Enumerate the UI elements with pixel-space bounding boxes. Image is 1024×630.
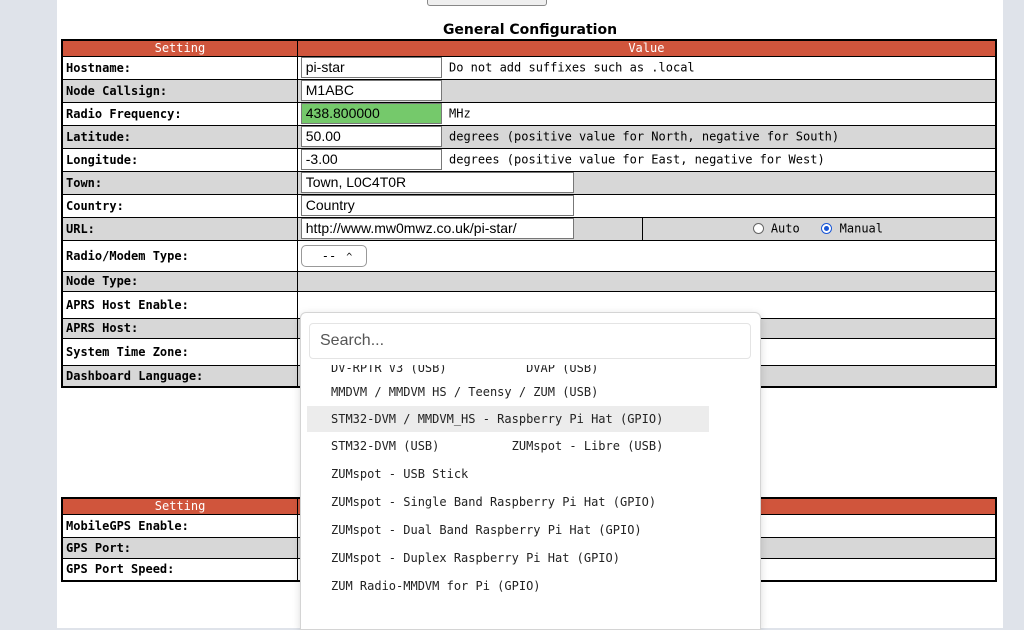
dropdown-item[interactable]: ZUM Radio-MMDVM for Pi (GPIO) — [307, 573, 709, 599]
callsign-label: Node Callsign: — [61, 78, 298, 103]
url-auto-label: Auto — [770, 221, 800, 236]
dropdown-item[interactable]: STM32-DVM (USB) ZUMspot - Libre (USB) — [307, 433, 709, 459]
modem-select-value: -- — [321, 248, 337, 263]
dropdown-item[interactable]: ZUMspot - Duplex Raspberry Pi Hat (GPIO) — [307, 545, 709, 571]
dropdown-item[interactable]: MMDVM / MMDVM HS / Teensy / ZUM (USB) — [307, 379, 709, 405]
frequency-label: Radio Frequency: — [61, 101, 298, 126]
latitude-input[interactable]: 50.00 — [300, 126, 442, 147]
hostname-note: Do not add suffixes such as .local — [449, 60, 695, 75]
dropdown-item[interactable]: ZUMspot - USB Stick — [307, 461, 709, 487]
longitude-note: degrees (positive value for East, negati… — [449, 152, 825, 167]
url-manual-label: Manual — [839, 221, 883, 236]
node-type-label: Node Type: — [61, 270, 298, 292]
timezone-label: System Time Zone: — [61, 337, 298, 366]
dropdown-search-input[interactable]: Search... — [309, 323, 751, 359]
setting-header: Setting — [61, 39, 298, 57]
aprs-host-label: APRS Host: — [61, 317, 298, 339]
url-input[interactable]: http://www.mw0mwz.co.uk/pi-star/ — [300, 218, 574, 239]
dropdown-item[interactable]: ZUMspot - Single Band Raspberry Pi Hat (… — [307, 489, 709, 515]
gps-port-label: GPS Port: — [61, 536, 299, 559]
chevron-up-icon: ^ — [346, 251, 353, 263]
mobilegps-setting-header: Setting — [61, 497, 299, 515]
aprs-enable-label: APRS Host Enable: — [61, 290, 298, 319]
latitude-label: Latitude: — [61, 124, 298, 149]
modem-select[interactable]: -- ^ — [300, 244, 367, 267]
frequency-unit: MHz — [449, 106, 471, 121]
value-header: Value — [296, 39, 997, 57]
url-auto-radio[interactable] — [752, 223, 764, 235]
mobilegps-enable-label: MobileGPS Enable: — [61, 513, 299, 538]
dropdown-item[interactable]: DV-RPTR V3 (USB) DVAP (USB) — [307, 365, 709, 379]
latitude-note: degrees (positive value for North, negat… — [449, 129, 840, 144]
town-input[interactable]: Town, L0C4T0R — [300, 172, 574, 193]
callsign-input[interactable]: M1ABC — [300, 80, 442, 101]
url-manual-radio[interactable] — [821, 223, 833, 235]
dropdown-item-highlighted[interactable]: STM32-DVM / MMDVM_HS - Raspberry Pi Hat … — [307, 406, 709, 432]
longitude-input[interactable]: -3.00 — [300, 149, 442, 170]
frequency-input[interactable]: 438.800000 — [300, 103, 442, 124]
hostname-input[interactable]: pi-star — [300, 57, 442, 78]
url-label: URL: — [61, 216, 298, 241]
town-label: Town: — [61, 170, 298, 195]
modem-label: Radio/Modem Type: — [61, 239, 298, 272]
section-title: General Configuration — [442, 22, 618, 38]
longitude-label: Longitude: — [61, 147, 298, 172]
modem-dropdown: Search... DV-RPTR V3 (USB) DVAP (USB) MM… — [300, 312, 761, 630]
language-label: Dashboard Language: — [61, 364, 298, 388]
gps-speed-label: GPS Port Speed: — [61, 557, 299, 582]
dropdown-item[interactable]: ZUMspot - Dual Band Raspberry Pi Hat (GP… — [307, 517, 709, 543]
country-label: Country: — [61, 193, 298, 218]
hostname-label: Hostname: — [61, 55, 298, 80]
country-input[interactable]: Country — [300, 195, 574, 216]
apply-changes-button[interactable] — [427, 0, 547, 6]
